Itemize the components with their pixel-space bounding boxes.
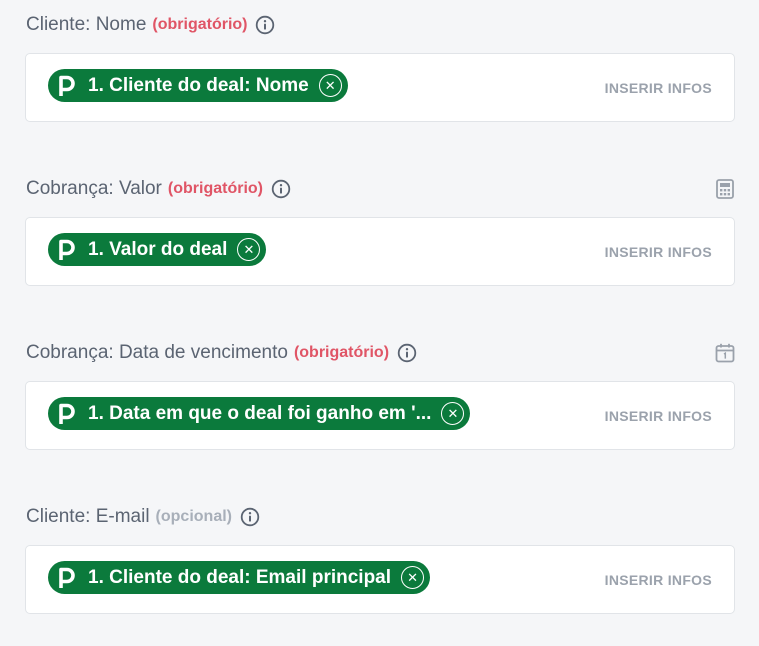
field-label-row: Cliente: E-mail (opcional) xyxy=(26,504,260,530)
mapping-input[interactable]: 1. Cliente do deal: Nome ✕ INSERIR INFOS xyxy=(25,53,735,122)
field-label-row: Cobrança: Data de vencimento (obrigatóri… xyxy=(26,340,417,366)
pill-label: 1. Valor do deal xyxy=(88,238,228,260)
insert-infos-button[interactable]: INSERIR INFOS xyxy=(605,572,712,588)
mapped-value-pill[interactable]: 1. Valor do deal ✕ xyxy=(48,233,267,266)
field-cliente-nome: Cliente: Nome (obrigatório) 1. Cliente d… xyxy=(0,12,759,152)
insert-infos-button[interactable]: INSERIR INFOS xyxy=(605,408,712,424)
calendar-icon[interactable] xyxy=(714,342,736,364)
info-icon[interactable] xyxy=(240,507,260,527)
form-page: Cliente: Nome (obrigatório) 1. Cliente d… xyxy=(0,0,759,646)
insert-infos-button[interactable]: INSERIR INFOS xyxy=(605,244,712,260)
field-cobranca-data-vencimento: Cobrança: Data de vencimento (obrigatóri… xyxy=(0,340,759,480)
field-label: Cliente: E-mail xyxy=(26,506,150,527)
remove-pill-close-icon[interactable]: ✕ xyxy=(401,566,425,589)
required-tag: (obrigatório) xyxy=(293,344,390,361)
calculator-icon[interactable] xyxy=(714,178,736,200)
field-label-row: Cobrança: Valor (obrigatório) xyxy=(26,176,291,202)
info-icon[interactable] xyxy=(255,15,275,35)
pipedrive-p-icon xyxy=(57,403,75,425)
mapped-value-pill[interactable]: 1. Data em que o deal foi ganho em '... … xyxy=(48,397,471,430)
pipedrive-p-icon xyxy=(57,239,75,261)
mapping-input[interactable]: 1. Data em que o deal foi ganho em '... … xyxy=(25,381,735,450)
pill-label: 1. Cliente do deal: Nome xyxy=(88,74,309,96)
pill-label: 1. Data em que o deal foi ganho em '... xyxy=(88,402,432,424)
remove-pill-close-icon[interactable]: ✕ xyxy=(237,238,261,261)
mapped-value-pill[interactable]: 1. Cliente do deal: Nome ✕ xyxy=(48,69,348,102)
required-tag: (obrigatório) xyxy=(167,180,263,197)
field-cliente-email: Cliente: E-mail (opcional) 1. Cliente do… xyxy=(0,504,759,644)
info-icon[interactable] xyxy=(397,343,417,363)
field-label: Cliente: Nome xyxy=(26,14,147,35)
field-label: Cobrança: Data de vencimento xyxy=(26,342,288,363)
remove-pill-close-icon[interactable]: ✕ xyxy=(441,402,465,425)
required-tag: (obrigatório) xyxy=(152,16,248,33)
pill-label: 1. Cliente do deal: Email principal xyxy=(88,566,392,588)
field-label: Cobrança: Valor xyxy=(26,178,162,199)
mapping-input[interactable]: 1. Cliente do deal: Email principal ✕ IN… xyxy=(25,545,735,614)
insert-infos-button[interactable]: INSERIR INFOS xyxy=(605,80,712,96)
pipedrive-p-icon xyxy=(57,567,75,589)
remove-pill-close-icon[interactable]: ✕ xyxy=(318,74,342,97)
mapping-input[interactable]: 1. Valor do deal ✕ INSERIR INFOS xyxy=(25,217,735,286)
field-label-row: Cliente: Nome (obrigatório) xyxy=(26,12,275,38)
info-icon[interactable] xyxy=(271,179,291,199)
mapped-value-pill[interactable]: 1. Cliente do deal: Email principal ✕ xyxy=(48,561,431,594)
field-cobranca-valor: Cobrança: Valor (obrigatório) 1. Valor d… xyxy=(0,176,759,316)
pipedrive-p-icon xyxy=(57,75,75,97)
optional-tag: (opcional) xyxy=(155,508,232,525)
